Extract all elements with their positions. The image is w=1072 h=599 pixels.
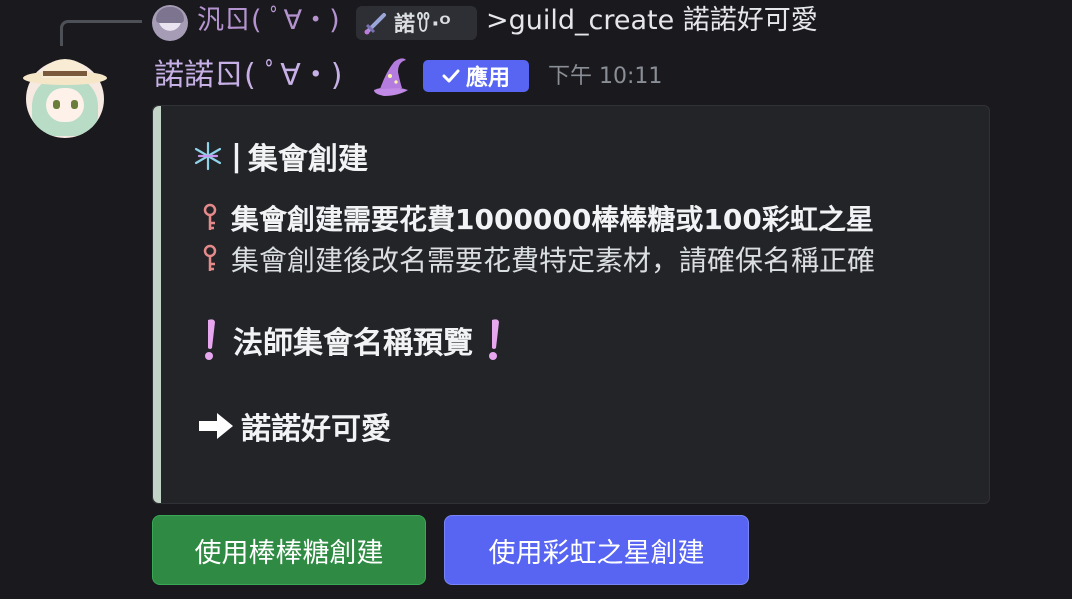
embed-title-prefix: | xyxy=(231,138,242,174)
sparkle-icon xyxy=(194,141,222,171)
author-avatar[interactable] xyxy=(22,56,108,142)
reply-avatar[interactable] xyxy=(152,5,188,41)
reply-author-name[interactable]: 汎ㄖ( ﾟ∀・) xyxy=(197,3,340,39)
exclamation-icon xyxy=(489,319,499,360)
embed-heading-text: 法師集會名稱預覽 xyxy=(233,326,473,361)
exclamation-icon xyxy=(205,319,215,360)
embed-accent-bar xyxy=(153,106,161,503)
embed-line-cost: 集會創建需要花費1000000棒棒糖或100彩虹之星 xyxy=(199,198,874,238)
app-badge: 應用 xyxy=(423,60,529,92)
embed-line-rename: 集會創建後改名需要花費特定素材，請確保名稱正確 xyxy=(199,239,875,279)
reply-server-tag[interactable]: 諾ꀎ·ᴼ xyxy=(356,6,477,40)
embed-heading: 法師集會名稱預覽 xyxy=(199,316,507,364)
check-icon xyxy=(442,69,460,83)
key-icon xyxy=(203,203,217,230)
create-with-rainbow-star-button[interactable]: 使用彩虹之星創建 xyxy=(444,515,749,585)
chat-message: 汎ㄖ( ﾟ∀・) 諾ꀎ·ᴼ >guild_create 諾諾好可愛 諾諾ㄖ( ﾟ… xyxy=(0,0,1072,599)
app-badge-label: 應用 xyxy=(465,66,510,91)
embed-guild-name: 諾諾好可愛 xyxy=(195,404,391,448)
wizard-hat-icon xyxy=(374,58,408,96)
reply-spine xyxy=(60,20,142,46)
embed-title-text: 集會創建 xyxy=(247,142,368,177)
reply-tag-text: 諾ꀎ·ᴼ xyxy=(394,12,451,36)
author-name[interactable]: 諾諾ㄖ( ﾟ∀・) xyxy=(154,56,342,96)
key-icon xyxy=(203,244,217,271)
create-with-candy-button[interactable]: 使用棒棒糖創建 xyxy=(152,515,426,585)
sword-icon xyxy=(364,13,386,35)
embed-guild-name-text: 諾諾好可愛 xyxy=(241,412,391,447)
embed-card: | 集會創建 集會創建需要花費1000000棒棒糖或100彩虹之星 集會創建後改… xyxy=(152,105,990,504)
timestamp[interactable]: 下午 10:11 xyxy=(548,62,662,92)
reply-content[interactable]: >guild_create 諾諾好可愛 xyxy=(486,3,818,39)
right-arrow-icon xyxy=(199,413,233,439)
embed-line-cost-text: 集會創建需要花費1000000棒棒糖或100彩虹之星 xyxy=(231,203,874,236)
embed-line-rename-text: 集會創建後改名需要花費特定素材，請確保名稱正確 xyxy=(231,244,876,277)
embed-title: | 集會創建 xyxy=(191,134,368,178)
